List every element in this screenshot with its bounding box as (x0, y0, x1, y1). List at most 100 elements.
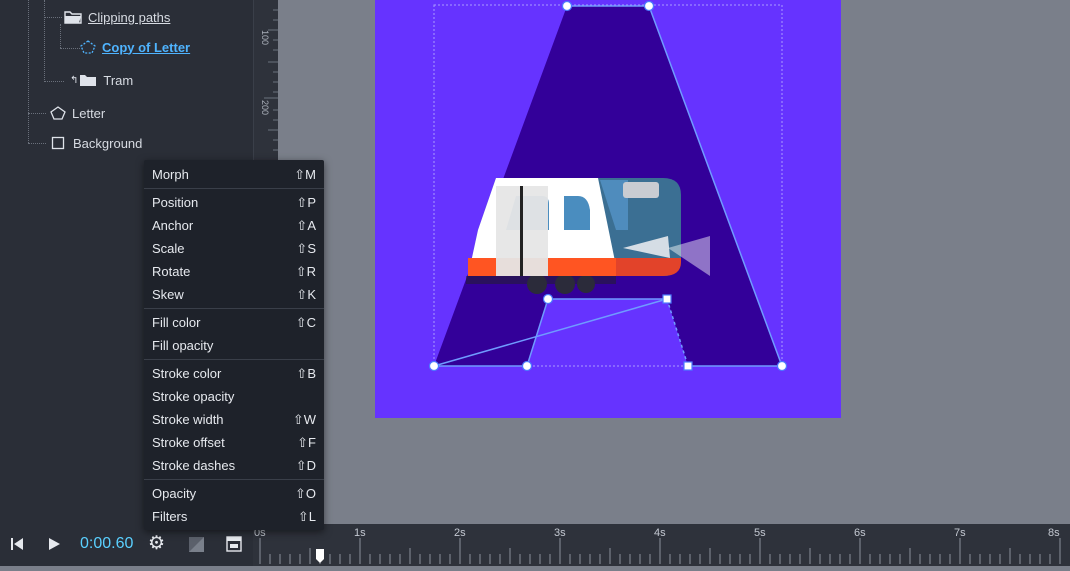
link-arrow-icon: ↰ (70, 74, 79, 86)
menu-label: Stroke offset (152, 435, 225, 450)
menu-shortcut: ⇧P (296, 194, 316, 210)
menu-item-scale[interactable]: Scale ⇧S (144, 237, 324, 260)
menu-label: Rotate (152, 264, 191, 279)
menu-shortcut: ⇧M (294, 166, 316, 182)
menu-item-rotate[interactable]: Rotate ⇧R (144, 260, 324, 283)
menu-label: Anchor (152, 218, 194, 233)
canvas-area[interactable] (278, 0, 1070, 524)
playhead-handle[interactable] (316, 549, 324, 563)
path-node-handle[interactable] (643, 0, 655, 12)
menu-label: Position (152, 195, 199, 210)
menu-item-opacity[interactable]: Opacity ⇧O (144, 482, 324, 505)
playback-bar: 0:00.60 ⚙ 0s 1s 2s 3s 4s 5s 6s 7s 8s (0, 524, 1070, 566)
menu-item-fill-opacity[interactable]: Fill opacity (144, 334, 324, 357)
skip-to-start-icon[interactable] (9, 536, 25, 552)
menu-shortcut: ⇧R (295, 263, 316, 279)
checkerboard-icon[interactable] (189, 537, 204, 552)
layer-label: Background (73, 135, 143, 151)
menu-separator (144, 359, 324, 360)
menu-label: Scale (152, 241, 185, 256)
menu-separator (144, 188, 324, 189)
menu-shortcut: ⇧W (292, 411, 316, 427)
menu-item-fill-color[interactable]: Fill color ⇧C (144, 311, 324, 334)
menu-label: Stroke opacity (152, 389, 235, 404)
menu-item-stroke-color[interactable]: Stroke color ⇧B (144, 362, 324, 385)
folder-open-icon (64, 11, 82, 24)
path-node-handle[interactable] (428, 360, 440, 372)
current-time[interactable]: 0:00.60 (80, 535, 133, 553)
layer-tram[interactable]: ↰ Tram (70, 69, 133, 91)
tree-guide (28, 113, 46, 114)
menu-label: Morph (152, 167, 189, 182)
menu-shortcut: ⇧O (294, 485, 316, 501)
tree-guide (44, 0, 45, 82)
menu-item-skew[interactable]: Skew ⇧K (144, 283, 324, 306)
timeline-svg[interactable]: 0s 1s 2s 3s 4s 5s 6s 7s 8s (253, 524, 1070, 566)
tree-guide (44, 81, 64, 82)
menu-item-stroke-offset[interactable]: Stroke offset ⇧F (144, 431, 324, 454)
layer-letter[interactable]: Letter (50, 102, 105, 124)
menu-shortcut: ⇧K (296, 286, 316, 302)
folder-icon (80, 75, 97, 86)
timeline-label: 8s (1048, 527, 1060, 539)
menu-shortcut: ⇧A (296, 217, 316, 233)
menu-label: Filters (152, 509, 188, 524)
play-icon[interactable] (46, 536, 62, 552)
tree-guide (60, 48, 80, 49)
menu-shortcut: ⇧F (297, 434, 316, 450)
timeline-label: 3s (554, 527, 566, 539)
menu-shortcut: ⇧S (296, 240, 316, 256)
timeline-label: 2s (454, 527, 466, 539)
tree-guide (60, 24, 61, 48)
square-icon (51, 136, 65, 150)
timeline-label: 5s (754, 527, 766, 539)
path-node-handle[interactable] (542, 293, 554, 305)
timeline-label: 1s (354, 527, 366, 539)
menu-item-stroke-opacity[interactable]: Stroke opacity (144, 385, 324, 408)
layer-label: Tram (103, 72, 134, 88)
pentagon-icon (50, 106, 66, 120)
animate-property-menu: Morph ⇧M Position ⇧P Anchor ⇧A Scale ⇧S Rota… (144, 160, 324, 530)
tree-guide (28, 0, 29, 143)
path-node-handle[interactable] (662, 294, 672, 304)
menu-item-filters[interactable]: Filters ⇧L (144, 505, 324, 528)
timeline-label: 6s (854, 527, 866, 539)
path-node-handle[interactable] (521, 360, 533, 372)
layer-copy-of-letter[interactable]: Copy of Letter (80, 36, 190, 58)
menu-item-position[interactable]: Position ⇧P (144, 191, 324, 214)
menu-shortcut: ⇧D (295, 457, 316, 473)
menu-shortcut: ⇧L (297, 508, 316, 524)
pentagon-icon (80, 40, 96, 54)
timeline-label: 7s (954, 527, 966, 539)
menu-label: Fill opacity (152, 338, 214, 353)
menu-item-morph[interactable]: Morph ⇧M (144, 163, 324, 186)
gear-icon[interactable]: ⚙ (148, 532, 165, 555)
layer-clipping-paths[interactable]: Clipping paths (64, 6, 170, 28)
layer-label: Copy of Letter (102, 39, 191, 55)
layer-label: Clipping paths (88, 9, 171, 25)
menu-shortcut: ⇧C (295, 314, 316, 330)
ruler-label: 200 (260, 100, 270, 115)
menu-item-stroke-width[interactable]: Stroke width ⇧W (144, 408, 324, 431)
menu-item-anchor[interactable]: Anchor ⇧A (144, 214, 324, 237)
menu-shortcut: ⇧B (296, 365, 316, 381)
tree-guide (28, 143, 46, 144)
path-node-handle[interactable] (776, 360, 788, 372)
path-node-handle[interactable] (561, 0, 573, 12)
menu-label: Stroke width (152, 412, 224, 427)
menu-separator (144, 308, 324, 309)
layer-label: Letter (72, 105, 106, 121)
tree-guide (44, 17, 62, 18)
layer-background[interactable]: Background (51, 132, 142, 154)
menu-separator (144, 479, 324, 480)
artwork-svg[interactable] (278, 0, 1070, 524)
menu-label: Stroke color (152, 366, 222, 381)
timeline-label: 4s (654, 527, 666, 539)
timeline-ruler[interactable]: 0s 1s 2s 3s 4s 5s 6s 7s 8s (253, 524, 1070, 566)
timeline-layout-icon[interactable] (226, 536, 242, 552)
menu-label: Fill color (152, 315, 201, 330)
menu-item-stroke-dashes[interactable]: Stroke dashes ⇧D (144, 454, 324, 477)
menu-label: Skew (152, 287, 184, 302)
path-node-handle[interactable] (683, 361, 693, 371)
ruler-label: 100 (260, 30, 270, 45)
